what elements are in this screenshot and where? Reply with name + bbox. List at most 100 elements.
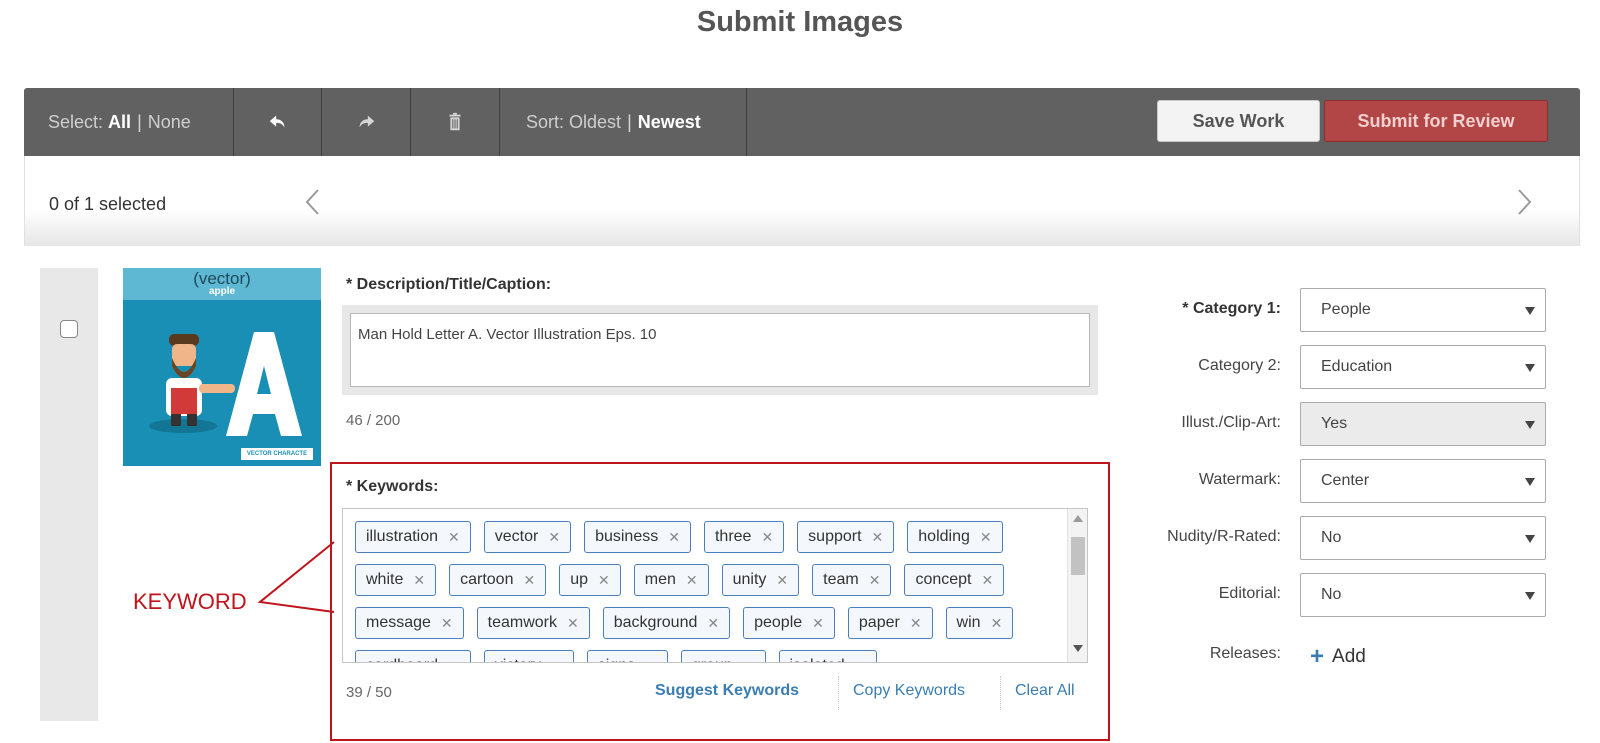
suggest-keywords-button[interactable]: Suggest Keywords	[655, 682, 799, 700]
remove-keyword-icon[interactable]: ✕	[707, 615, 719, 632]
releases-label: Releases:	[1209, 645, 1281, 662]
keyword-tag[interactable]: holding ✕	[907, 521, 1003, 553]
keyword-text: men	[644, 571, 676, 588]
keywords-scrollbar[interactable]	[1067, 509, 1087, 662]
field-select[interactable]: Center	[1300, 459, 1546, 503]
remove-keyword-icon[interactable]: ✕	[812, 615, 824, 632]
keyword-text: background	[613, 614, 698, 631]
save-work-button[interactable]: Save Work	[1157, 100, 1320, 142]
add-release-button[interactable]: + Add	[1310, 645, 1366, 669]
remove-keyword-icon[interactable]: ✕	[869, 572, 881, 589]
keyword-tag[interactable]: business ✕	[584, 521, 691, 553]
field-label: Editorial:	[1218, 585, 1281, 602]
item-checkbox[interactable]	[60, 320, 78, 338]
keyword-text: three	[714, 528, 752, 545]
keyword-tag[interactable]: group ✕	[680, 650, 766, 663]
sort-newest-link[interactable]: Newest	[638, 112, 701, 133]
trash-icon	[449, 112, 461, 131]
man-holding-letter-illustration	[149, 332, 302, 436]
keyword-tag[interactable]: cartoon ✕	[449, 564, 547, 596]
keyword-tag[interactable]: paper ✕	[847, 607, 933, 639]
undo-icon	[269, 115, 284, 128]
select-all-link[interactable]: All	[108, 112, 131, 133]
keyword-tag[interactable]: support ✕	[797, 521, 895, 553]
keyword-tag[interactable]: illustration ✕	[355, 521, 471, 553]
chevron-left-icon[interactable]	[302, 186, 322, 218]
keyword-tag[interactable]: isolated ✕	[778, 650, 878, 663]
remove-keyword-icon[interactable]: ✕	[413, 572, 425, 589]
keyword-tag[interactable]: vector ✕	[483, 521, 572, 553]
description-box: Man Hold Letter A. Vector Illustration E…	[342, 305, 1098, 395]
keyword-tag[interactable]: signs ✕	[586, 650, 668, 663]
remove-keyword-icon[interactable]: ✕	[776, 572, 788, 589]
select-none-link[interactable]: None	[148, 112, 191, 133]
keyword-tag[interactable]: men ✕	[633, 564, 709, 596]
keyword-tag[interactable]: three ✕	[703, 521, 785, 553]
remove-keyword-icon[interactable]: ✕	[980, 529, 992, 546]
keyword-text: victory	[495, 657, 541, 662]
keyword-tag[interactable]: up ✕	[559, 564, 621, 596]
toolbar: Select: All | None Sort: Oldest | Newest…	[24, 88, 1580, 156]
scroll-down-icon[interactable]	[1073, 645, 1083, 652]
keyword-tag[interactable]: cardboard ✕	[355, 650, 471, 663]
keyword-tag[interactable]: victory ✕	[483, 650, 574, 663]
keyword-tag[interactable]: unity ✕	[721, 564, 800, 596]
selection-bar: 0 of 1 selected	[24, 156, 1580, 246]
field-select[interactable]: Education	[1300, 345, 1546, 389]
keyword-tag[interactable]: background ✕	[602, 607, 731, 639]
field-select[interactable]: People	[1300, 288, 1546, 332]
keywords-input[interactable]: illustration ✕ vector ✕ business ✕ three ✕ suppo…	[342, 508, 1088, 663]
dropdown-arrow-icon	[1525, 592, 1535, 600]
redo-button[interactable]	[322, 88, 411, 156]
keyword-tag[interactable]: message ✕	[355, 607, 464, 639]
remove-keyword-icon[interactable]: ✕	[448, 658, 460, 663]
image-thumbnail[interactable]: (vector) apple VECTOR CHARACTE	[123, 268, 321, 466]
keyword-tag[interactable]: concept ✕	[904, 564, 1005, 596]
remove-keyword-icon[interactable]: ✕	[598, 572, 610, 589]
remove-keyword-icon[interactable]: ✕	[910, 615, 922, 632]
field-select[interactable]: No	[1300, 516, 1546, 560]
keyword-text: team	[823, 571, 859, 588]
scroll-up-icon[interactable]	[1073, 515, 1083, 522]
remove-keyword-icon[interactable]: ✕	[551, 658, 563, 663]
submit-for-review-button[interactable]: Submit for Review	[1324, 100, 1548, 142]
divider: |	[627, 111, 632, 132]
field-value: No	[1321, 586, 1342, 603]
description-input[interactable]: Man Hold Letter A. Vector Illustration E…	[350, 313, 1090, 387]
remove-keyword-icon[interactable]: ✕	[448, 529, 460, 546]
undo-button[interactable]	[234, 88, 322, 156]
keyword-text: vector	[494, 528, 539, 545]
remove-keyword-icon[interactable]: ✕	[981, 572, 993, 589]
field-select[interactable]: No	[1300, 573, 1546, 617]
field-value: Education	[1321, 358, 1393, 375]
keyword-text: illustration	[366, 528, 439, 545]
keyword-text: signs	[598, 657, 635, 662]
keyword-tag[interactable]: white ✕	[355, 564, 437, 596]
remove-keyword-icon[interactable]: ✕	[855, 658, 867, 663]
remove-keyword-icon[interactable]: ✕	[441, 615, 453, 632]
remove-keyword-icon[interactable]: ✕	[548, 529, 560, 546]
scrollbar-thumb[interactable]	[1071, 537, 1085, 575]
remove-keyword-icon[interactable]: ✕	[523, 572, 535, 589]
keyword-tag[interactable]: team ✕	[812, 564, 892, 596]
remove-keyword-icon[interactable]: ✕	[743, 658, 755, 663]
remove-keyword-icon[interactable]: ✕	[668, 529, 680, 546]
copy-keywords-button[interactable]: Copy Keywords	[853, 682, 965, 700]
remove-keyword-icon[interactable]: ✕	[761, 529, 773, 546]
sort-oldest-link[interactable]: Oldest	[569, 112, 621, 133]
keyword-tag[interactable]: people ✕	[743, 607, 835, 639]
remove-keyword-icon[interactable]: ✕	[686, 572, 698, 589]
keyword-text: support	[808, 528, 862, 545]
remove-keyword-icon[interactable]: ✕	[645, 658, 657, 663]
select-prefix: Select:	[48, 111, 104, 132]
remove-keyword-icon[interactable]: ✕	[991, 615, 1003, 632]
add-release-label: Add	[1332, 646, 1366, 667]
delete-button[interactable]	[411, 88, 500, 156]
keyword-tag-list: illustration ✕ vector ✕ business ✕ three ✕ suppo…	[355, 521, 1055, 663]
chevron-right-icon[interactable]	[1515, 186, 1535, 218]
remove-keyword-icon[interactable]: ✕	[872, 529, 884, 546]
keyword-tag[interactable]: teamwork ✕	[476, 607, 590, 639]
clear-all-button[interactable]: Clear All	[1015, 682, 1075, 700]
remove-keyword-icon[interactable]: ✕	[567, 615, 579, 632]
keyword-tag[interactable]: win ✕	[945, 607, 1014, 639]
